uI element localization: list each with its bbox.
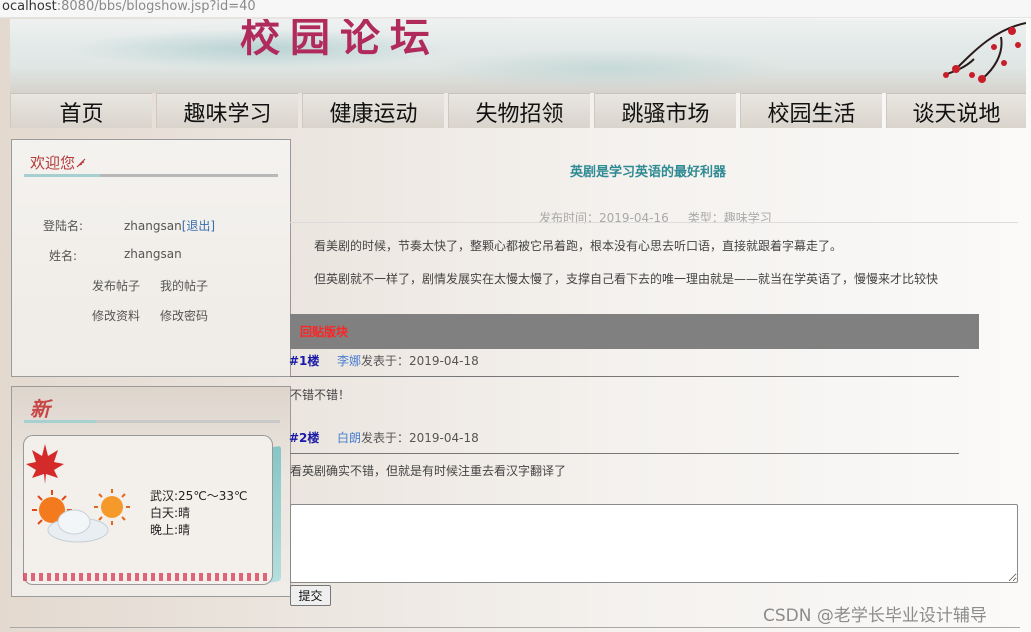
panel-divider [24, 420, 280, 423]
nav-health-sports[interactable]: 健康运动 [302, 93, 444, 128]
watermark-text: CSDN @老学长毕业设计辅导 [763, 606, 987, 626]
reply-divider [290, 376, 959, 377]
nav-home[interactable]: 首页 [10, 93, 152, 128]
address-bar[interactable]: ocalhost:8080/bbs/blogshow.jsp?id=40 [0, 0, 1031, 18]
reply-text: 不错不错！ [290, 388, 351, 402]
publish-post-link[interactable]: 发布帖子 [92, 277, 140, 294]
nav-chat[interactable]: 谈天说地 [886, 93, 1026, 128]
post-paragraph: 看美剧的时候，节奏太快了，整颗心都被它吊着跑，根本没有心思去听口语，直接就跟着字… [314, 239, 843, 253]
reply-divider [290, 453, 959, 454]
reply-textarea[interactable] [290, 504, 1018, 583]
nav-fun-learning[interactable]: 趣味学习 [156, 93, 298, 128]
url-host: ocalhost [2, 0, 57, 14]
meta-divider [290, 222, 1018, 223]
post-title: 英剧是学习英语的最好利器 [570, 165, 727, 180]
post-paragraph: 但英剧就不一样了，剧情发展实在太慢太慢了，支撑自己看下去的唯一理由就是——就当在… [314, 272, 939, 286]
plum-blossom-icon [943, 22, 1026, 83]
welcome-title: 欢迎您 [30, 154, 76, 172]
name-value: zhangsan [124, 247, 182, 261]
banner-mist [430, 49, 790, 89]
footer-divider [10, 627, 1020, 628]
post-meta: 发布时间：2019-04-16 类型：趣味学习 [539, 211, 772, 225]
url-path: :8080/bbs/blogshow.jsp?id=40 [56, 0, 256, 14]
login-name-value: zhangsan[退出] [124, 217, 215, 234]
weather-temperature: 武汉:25℃～33℃ [150, 489, 248, 503]
logout-link[interactable]: [退出] [182, 219, 215, 233]
sun-icon [94, 489, 130, 525]
reply-floor: #1楼 [289, 354, 320, 368]
my-posts-link[interactable]: 我的帖子 [160, 277, 208, 294]
reply-date: 发表于：2019-04-18 [361, 431, 479, 445]
change-password-link[interactable]: 修改密码 [160, 307, 208, 324]
reply-author[interactable]: 李娜 [337, 352, 361, 369]
reply-section-header: 回贴版块 [290, 314, 979, 349]
maple-leaf-icon [26, 444, 64, 484]
reply-author[interactable]: 白朗 [337, 429, 361, 446]
login-name-text: zhangsan [124, 219, 182, 233]
feather-icon [76, 158, 86, 168]
site-banner: 校园论坛 [10, 19, 1026, 93]
main-nav: 首页 趣味学习 健康运动 失物招领 跳骚市场 校园生活 谈天说地 [10, 93, 1028, 128]
weather-card: 武汉:25℃～33℃ 白天:晴 晚上:晴 [23, 435, 273, 585]
site-title: 校园论坛 [240, 19, 440, 61]
reply-floor: #2楼 [289, 431, 320, 445]
welcome-panel: 欢迎您 登陆名: zhangsan[退出] 姓名: zhangsan 发布帖子 … [11, 139, 291, 377]
nav-lost-found[interactable]: 失物招领 [448, 93, 590, 128]
name-label: 姓名: [49, 249, 78, 263]
submit-button[interactable]: 提交 [290, 585, 331, 606]
reply-date: 发表于：2019-04-18 [361, 354, 479, 368]
news-panel: 新 武汉:25℃～33℃ 白天:晴 晚上:晴 [11, 386, 291, 597]
edit-profile-link[interactable]: 修改资料 [92, 307, 140, 324]
news-title: 新 [30, 397, 50, 421]
weather-night: 晚上:晴 [150, 523, 191, 537]
reply-text: 看英剧确实不错，但就是有时候注重去看汉字翻译了 [290, 464, 567, 478]
login-name-label: 登陆名: [43, 219, 84, 233]
weather-day: 白天:晴 [150, 506, 191, 520]
lace-border [23, 573, 267, 581]
nav-flea-market[interactable]: 跳骚市场 [594, 93, 736, 128]
panel-divider [24, 174, 278, 177]
nav-campus-life[interactable]: 校园生活 [740, 93, 882, 128]
